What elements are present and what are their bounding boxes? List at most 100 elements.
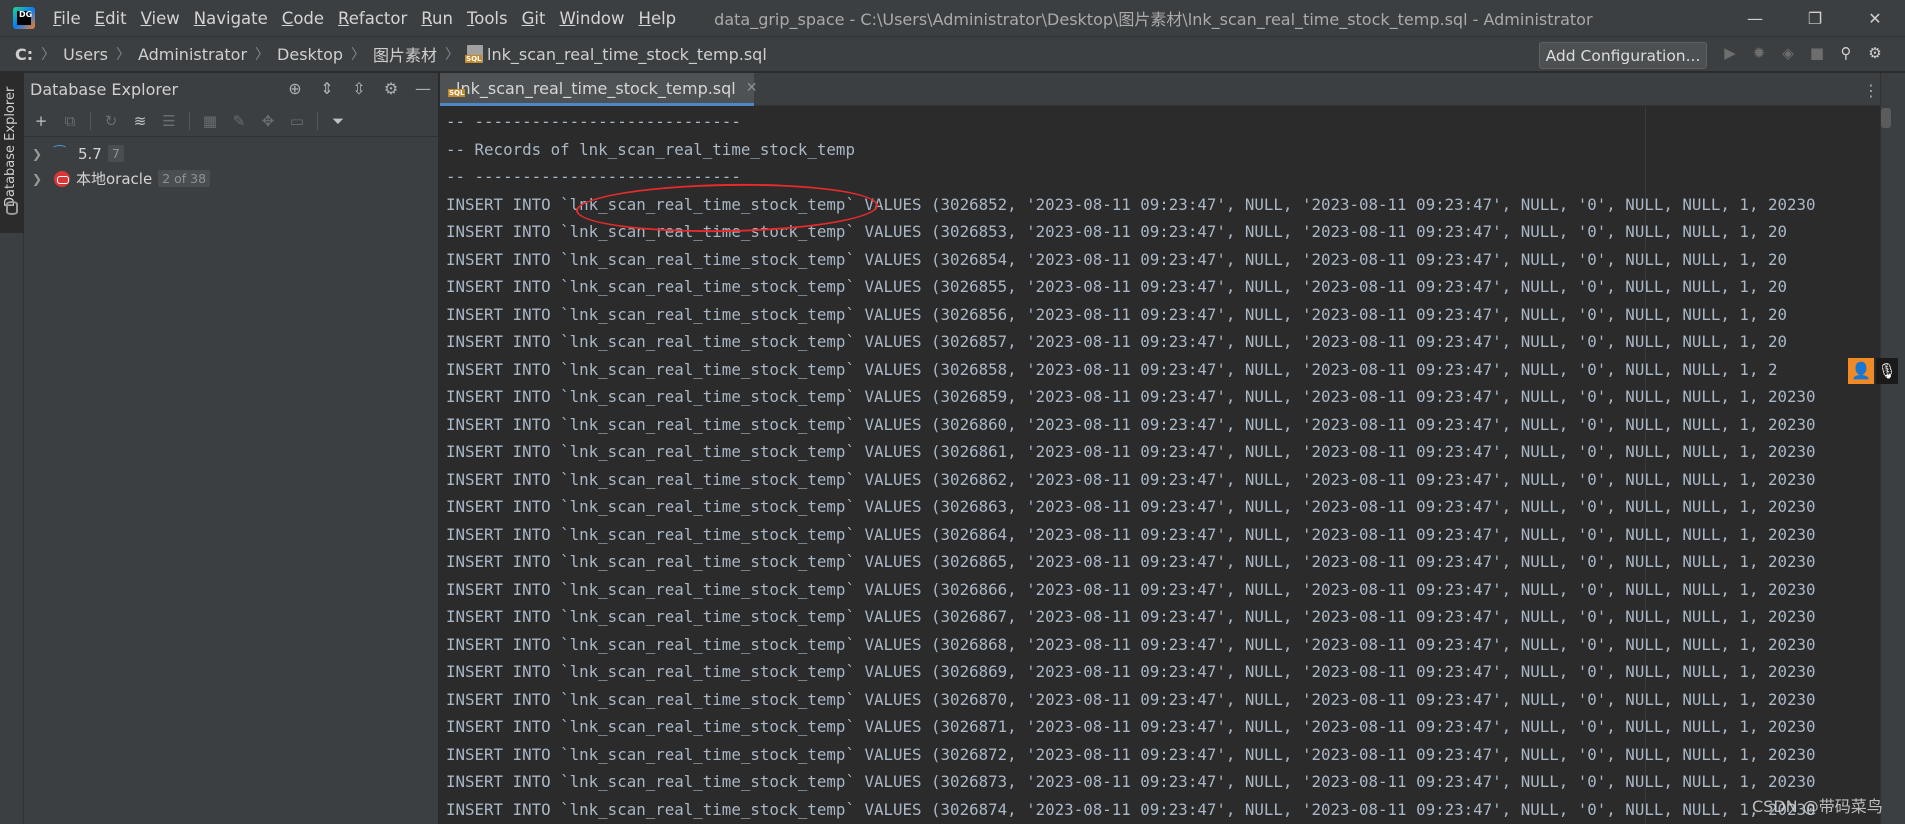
tab-label: lnk_scan_real_time_stock_temp.sql <box>456 78 736 98</box>
tree-item-mysql[interactable]: ❯ ⁀ 5.7 7 <box>24 141 438 166</box>
locate-icon[interactable]: ⊕ <box>286 80 304 98</box>
jump-icon[interactable]: ✥ <box>259 112 277 130</box>
navigation-bar: C:〉Users〉Administrator〉Desktop〉图片素材〉lnk_… <box>0 36 1905 72</box>
insert-statement-line[interactable]: INSERT INTO `lnk_scan_real_time_stock_te… <box>446 548 1816 576</box>
insert-statement-line[interactable]: INSERT INTO `lnk_scan_real_time_stock_te… <box>446 768 1816 796</box>
console-icon[interactable]: ▭ <box>288 112 306 130</box>
breadcrumb-separator-icon: 〉 <box>351 47 366 63</box>
insert-statement-line[interactable]: INSERT INTO `lnk_scan_real_time_stock_te… <box>446 273 1816 301</box>
vertical-scrollbar[interactable] <box>1881 108 1891 128</box>
menu-item-refactor[interactable]: Refactor <box>338 9 407 28</box>
toolbar-divider <box>90 111 91 130</box>
menu-item-tools[interactable]: Tools <box>467 9 508 28</box>
chevron-right-icon[interactable]: ❯ <box>32 172 48 186</box>
insert-statement-line[interactable]: INSERT INTO `lnk_scan_real_time_stock_te… <box>446 521 1816 549</box>
insert-statement-line[interactable]: INSERT INTO `lnk_scan_real_time_stock_te… <box>446 301 1816 329</box>
insert-statement-line[interactable]: INSERT INTO `lnk_scan_real_time_stock_te… <box>446 603 1816 631</box>
breadcrumb-item[interactable]: Users <box>63 45 108 64</box>
duplicate-icon[interactable]: ⧉ <box>61 112 79 130</box>
settings-icon[interactable]: ⚙ <box>1867 45 1883 61</box>
menu-item-git[interactable]: Git <box>522 9 546 28</box>
close-tab-icon[interactable]: ✕ <box>746 80 758 96</box>
coverage-icon[interactable]: ◈ <box>1780 45 1796 61</box>
menu-item-edit[interactable]: Edit <box>95 9 127 28</box>
stop-icon[interactable]: ■ <box>1809 45 1825 61</box>
breadcrumb-separator-icon: 〉 <box>445 47 460 63</box>
breadcrumb-item[interactable]: lnk_scan_real_time_stock_temp.sql <box>465 45 767 64</box>
insert-statement-line[interactable]: INSERT INTO `lnk_scan_real_time_stock_te… <box>446 356 1816 384</box>
hide-panel-icon[interactable]: — <box>414 80 432 98</box>
breadcrumb-item[interactable]: C: <box>15 45 33 64</box>
breadcrumb-label: Administrator <box>137 44 248 64</box>
run-icon[interactable]: ▶ <box>1722 45 1738 61</box>
insert-statement-line[interactable]: INSERT INTO `lnk_scan_real_time_stock_te… <box>446 411 1816 439</box>
insert-statement-line[interactable]: INSERT INTO `lnk_scan_real_time_stock_te… <box>446 631 1816 659</box>
refresh-icon[interactable]: ↻ <box>102 112 120 130</box>
menu-item-help[interactable]: Help <box>639 9 677 28</box>
menu-label-rest: ools <box>474 8 508 28</box>
more-options-icon[interactable]: ⋮ <box>1862 81 1880 100</box>
insert-statement-line[interactable]: INSERT INTO `lnk_scan_real_time_stock_te… <box>446 741 1816 769</box>
menu-item-file[interactable]: File <box>53 9 81 28</box>
collapse-all-icon[interactable]: ⇳ <box>350 80 368 98</box>
menu-bar: DG File Edit View Navigate Code Refactor Run To… <box>0 0 1905 36</box>
microphone-icon[interactable]: 🎙 <box>1876 358 1898 384</box>
schema-icon[interactable]: ≋ <box>131 112 149 130</box>
insert-statement-line[interactable]: INSERT INTO `lnk_scan_real_time_stock_te… <box>446 438 1816 466</box>
menu-mnemonic: E <box>94 8 106 28</box>
menu-item-navigate[interactable]: Navigate <box>194 9 268 28</box>
insert-statement-line[interactable]: INSERT INTO `lnk_scan_real_time_stock_te… <box>446 466 1816 494</box>
datagrip-logo-icon[interactable]: DG <box>13 7 35 29</box>
insert-statement-line[interactable]: INSERT INTO `lnk_scan_real_time_stock_te… <box>446 246 1816 274</box>
debug-icon[interactable]: ✹ <box>1751 45 1767 61</box>
insert-statement-line[interactable]: INSERT INTO `lnk_scan_real_time_stock_te… <box>446 328 1816 356</box>
expand-all-icon[interactable]: ⇕ <box>318 80 336 98</box>
tree-item-label: 5.7 <box>78 144 102 163</box>
breadcrumb-label: C: <box>15 44 34 64</box>
add-icon[interactable]: + <box>32 112 50 130</box>
menu-mnemonic: V <box>140 8 152 28</box>
breadcrumb-item[interactable]: 图片素材 <box>373 42 437 66</box>
minimize-icon[interactable]: — <box>1725 9 1785 28</box>
breadcrumb-item[interactable]: Desktop <box>277 45 343 64</box>
edit-icon[interactable]: ✎ <box>230 112 248 130</box>
insert-statement-line[interactable]: INSERT INTO `lnk_scan_real_time_stock_te… <box>446 658 1816 686</box>
database-explorer-stripe-tab[interactable]: Database Explorer <box>0 73 24 233</box>
gear-icon[interactable]: ⚙ <box>382 80 400 98</box>
insert-statement-line[interactable]: INSERT INTO `lnk_scan_real_time_stock_te… <box>446 713 1816 741</box>
panel-header-icons: ⊕ ⇕ ⇳ ⚙ — <box>286 80 432 98</box>
comment-line[interactable]: -- ---------------------------- <box>446 108 1816 136</box>
menu-label-rest: ode <box>293 8 325 28</box>
database-stack-icon[interactable]: ☰ <box>160 112 178 130</box>
breadcrumb-separator-icon: 〉 <box>255 47 270 63</box>
menu-item-window[interactable]: Window <box>559 9 624 28</box>
menu-item-run[interactable]: Run <box>421 9 453 28</box>
insert-statement-line[interactable]: INSERT INTO `lnk_scan_real_time_stock_te… <box>446 576 1816 604</box>
table-icon[interactable]: ▦ <box>201 112 219 130</box>
menu-label-rest: dit <box>105 8 127 28</box>
insert-statement-line[interactable]: INSERT INTO `lnk_scan_real_time_stock_te… <box>446 493 1816 521</box>
menu-label-rest: indow <box>575 8 625 28</box>
comment-line[interactable]: -- ---------------------------- <box>446 163 1816 191</box>
search-icon[interactable]: ⚲ <box>1838 45 1854 61</box>
menu-mnemonic: H <box>638 8 651 28</box>
insert-statement-line[interactable]: INSERT INTO `lnk_scan_real_time_stock_te… <box>446 686 1816 714</box>
breadcrumb-item[interactable]: Administrator <box>138 45 247 64</box>
menu-mnemonic: N <box>193 8 207 28</box>
editor-tab-bar: lnk_scan_real_time_stock_temp.sql ✕ ⋮ <box>440 73 1880 106</box>
restore-icon[interactable]: ❐ <box>1785 9 1845 28</box>
tab-sql-file[interactable]: lnk_scan_real_time_stock_temp.sql ✕ <box>440 73 757 106</box>
close-icon[interactable]: ✕ <box>1845 9 1905 28</box>
menu-mnemonic: R <box>338 8 349 28</box>
chevron-right-icon[interactable]: ❯ <box>32 147 48 161</box>
insert-statement-line[interactable]: INSERT INTO `lnk_scan_real_time_stock_te… <box>446 383 1816 411</box>
add-configuration-button[interactable]: Add Configuration... <box>1539 42 1707 69</box>
user-avatar-icon[interactable]: 👤 <box>1848 358 1874 384</box>
tree-item-oracle[interactable]: ❯ 本地oracle 2 of 38 <box>24 166 438 191</box>
filter-icon[interactable]: ⏷ <box>329 112 347 130</box>
breadcrumb: C:〉Users〉Administrator〉Desktop〉图片素材〉lnk_… <box>0 42 767 66</box>
insert-statement-line[interactable]: INSERT INTO `lnk_scan_real_time_stock_te… <box>446 796 1816 824</box>
menu-item-view[interactable]: View <box>141 9 180 28</box>
menu-item-code[interactable]: Code <box>282 9 324 28</box>
comment-line[interactable]: -- Records of lnk_scan_real_time_stock_t… <box>446 136 1816 164</box>
